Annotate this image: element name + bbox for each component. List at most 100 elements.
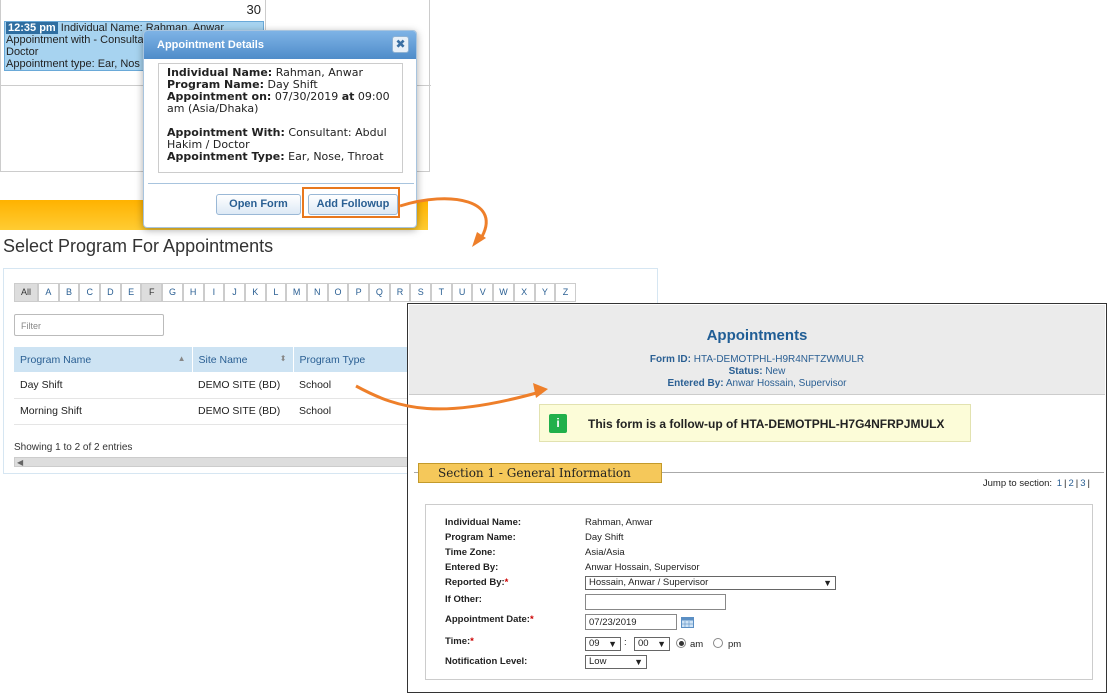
- form-id-value: HTA-DEMOTPHL-H9R4NFTZWMULR: [693, 354, 865, 365]
- letter-filter-t[interactable]: T: [431, 283, 452, 302]
- am-radio[interactable]: [676, 638, 686, 648]
- followup-notice: i This form is a follow-up of HTA-DEMOTP…: [539, 404, 971, 442]
- popup-appointment-time: 09:00: [357, 90, 390, 103]
- reported-by-label: Reported By:*: [445, 577, 508, 588]
- status-value: New: [765, 366, 786, 377]
- if-other-input[interactable]: [585, 594, 726, 610]
- letter-filter-g[interactable]: G: [162, 283, 183, 302]
- section-title: Section 1 - General Information: [418, 463, 662, 483]
- letter-filter-k[interactable]: K: [244, 283, 266, 302]
- open-form-button[interactable]: Open Form: [216, 194, 301, 215]
- select-program-title: Select Program For Appointments: [3, 236, 274, 256]
- letter-filter-w[interactable]: W: [493, 283, 514, 302]
- reported-by-label-text: Reported By:: [445, 577, 505, 588]
- form-title: Appointments: [706, 327, 808, 344]
- screenshot-stage: 30 12:35 pm Individual Name: Rahman, Anw…: [0, 0, 1109, 694]
- appointment-date-label-text: Appointment Date:: [445, 614, 530, 625]
- time-label: Time:*: [445, 636, 474, 647]
- hour-select[interactable]: 09 ▼: [585, 637, 621, 651]
- calendar-day-number: 30: [246, 2, 261, 17]
- appointment-date-label: Appointment Date:*: [445, 614, 534, 625]
- pm-radio[interactable]: [713, 638, 723, 648]
- jump-link-1[interactable]: 1: [1057, 478, 1062, 489]
- letter-filter-x[interactable]: X: [513, 283, 535, 302]
- calendar-icon[interactable]: [681, 616, 694, 628]
- letter-filter-j[interactable]: J: [224, 283, 245, 302]
- letter-filter-u[interactable]: U: [451, 283, 473, 302]
- letter-filter-c[interactable]: C: [79, 283, 101, 302]
- letter-filter-h[interactable]: H: [182, 283, 204, 302]
- individual-name-label: Individual Name:: [445, 517, 522, 528]
- popup-separator: [148, 183, 414, 184]
- column-program-name[interactable]: Program Name ▲: [14, 347, 193, 372]
- column-program-type[interactable]: Program Type: [293, 347, 416, 372]
- required-marker: *: [470, 636, 474, 647]
- letter-filter-s[interactable]: S: [410, 283, 432, 302]
- filter-input[interactable]: Filter: [14, 314, 164, 336]
- popup-with-value: Consultant: Abdul: [288, 126, 387, 139]
- status-label: Status:: [728, 366, 763, 377]
- form-id-label: Form ID:: [649, 354, 691, 365]
- entered-by-row: Entered By: Anwar Hossain, Supervisor: [409, 378, 1105, 389]
- sort-asc-icon: ▲: [177, 353, 186, 363]
- popup-appointment-date: 07/30/2019: [274, 90, 339, 103]
- reported-by-value: Hossain, Anwar / Supervisor: [589, 577, 709, 588]
- am-label: am: [690, 639, 704, 650]
- scroll-left-icon[interactable]: ◀: [17, 458, 23, 467]
- column-program-type-label: Program Type: [299, 353, 366, 366]
- column-site-name-label: Site Name: [198, 353, 248, 366]
- letter-filter-n[interactable]: N: [306, 283, 328, 302]
- entered-by-field-label: Entered By:: [445, 562, 499, 573]
- entered-by-label: Entered By:: [667, 378, 724, 389]
- pm-label: pm: [728, 639, 742, 650]
- letter-filter-all[interactable]: All: [14, 283, 38, 302]
- letter-filter-i[interactable]: I: [203, 283, 225, 302]
- letter-filter-e[interactable]: E: [120, 283, 142, 302]
- horizontal-scrollbar[interactable]: ◀: [14, 457, 414, 467]
- cell-program-name: Morning Shift: [14, 398, 192, 425]
- arrow-head-1: [472, 232, 486, 247]
- alphabet-filter: All A B C D E F G H I J K L M N O P Q R S T U V W X Y Z: [14, 283, 576, 302]
- minute-select[interactable]: 00 ▼: [634, 637, 670, 651]
- column-site-name[interactable]: Site Name ⬍: [192, 347, 294, 372]
- letter-filter-v[interactable]: V: [472, 283, 494, 302]
- jump-label: Jump to section:: [982, 478, 1053, 489]
- entered-by-value: Anwar Hossain, Supervisor: [725, 378, 847, 389]
- entered-by-field-value: Anwar Hossain, Supervisor: [585, 562, 700, 573]
- jump-link-3[interactable]: 3: [1080, 478, 1085, 489]
- table-row[interactable]: Day Shift DEMO SITE (BD) School: [14, 372, 416, 399]
- appointment-date-input[interactable]: 07/23/2019: [585, 614, 677, 630]
- letter-filter-m[interactable]: M: [286, 283, 307, 302]
- sort-icon: ⬍: [279, 353, 287, 363]
- general-information-fields: Individual Name: Rahman, Anwar Program N…: [425, 504, 1093, 680]
- program-table-header: Program Name ▲ Site Name ⬍ Program Type: [14, 347, 416, 372]
- appointments-form: Appointments Form ID: HTA-DEMOTPHL-H9R4N…: [407, 303, 1107, 693]
- letter-filter-b[interactable]: B: [58, 283, 80, 302]
- cell-program-name: Day Shift: [14, 372, 192, 399]
- letter-filter-p[interactable]: P: [348, 283, 369, 302]
- letter-filter-o[interactable]: O: [327, 283, 349, 302]
- jump-link-2[interactable]: 2: [1068, 478, 1073, 489]
- letter-filter-y[interactable]: Y: [534, 283, 556, 302]
- letter-filter-f[interactable]: F: [141, 283, 163, 302]
- required-marker: *: [529, 614, 534, 625]
- letter-filter-l[interactable]: L: [265, 283, 287, 302]
- jump-to-section: Jump to section: 1 | 2 | 3 |: [982, 478, 1090, 489]
- individual-name-value: Rahman, Anwar: [585, 517, 653, 528]
- letter-filter-q[interactable]: Q: [369, 283, 390, 302]
- chevron-down-icon: ▼: [634, 657, 643, 667]
- reported-by-select[interactable]: Hossain, Anwar / Supervisor ▼: [585, 576, 836, 590]
- popup-at-label: at: [341, 90, 355, 103]
- table-row[interactable]: Morning Shift DEMO SITE (BD) School: [14, 398, 416, 425]
- letter-filter-r[interactable]: R: [389, 283, 411, 302]
- letter-filter-d[interactable]: D: [100, 283, 121, 302]
- program-name-value: Day Shift: [585, 532, 624, 543]
- followup-notice-text: This form is a follow-up of HTA-DEMOTPHL…: [588, 417, 945, 431]
- letter-filter-a[interactable]: A: [38, 283, 59, 302]
- close-icon[interactable]: ✖: [392, 36, 409, 53]
- letter-filter-z[interactable]: Z: [555, 283, 576, 302]
- notification-level-select[interactable]: Low ▼: [585, 655, 647, 669]
- notification-level-value: Low: [589, 656, 607, 667]
- popup-type-value: Ear, Nose, Throat: [288, 150, 384, 163]
- cell-site-name: DEMO SITE (BD): [192, 398, 293, 425]
